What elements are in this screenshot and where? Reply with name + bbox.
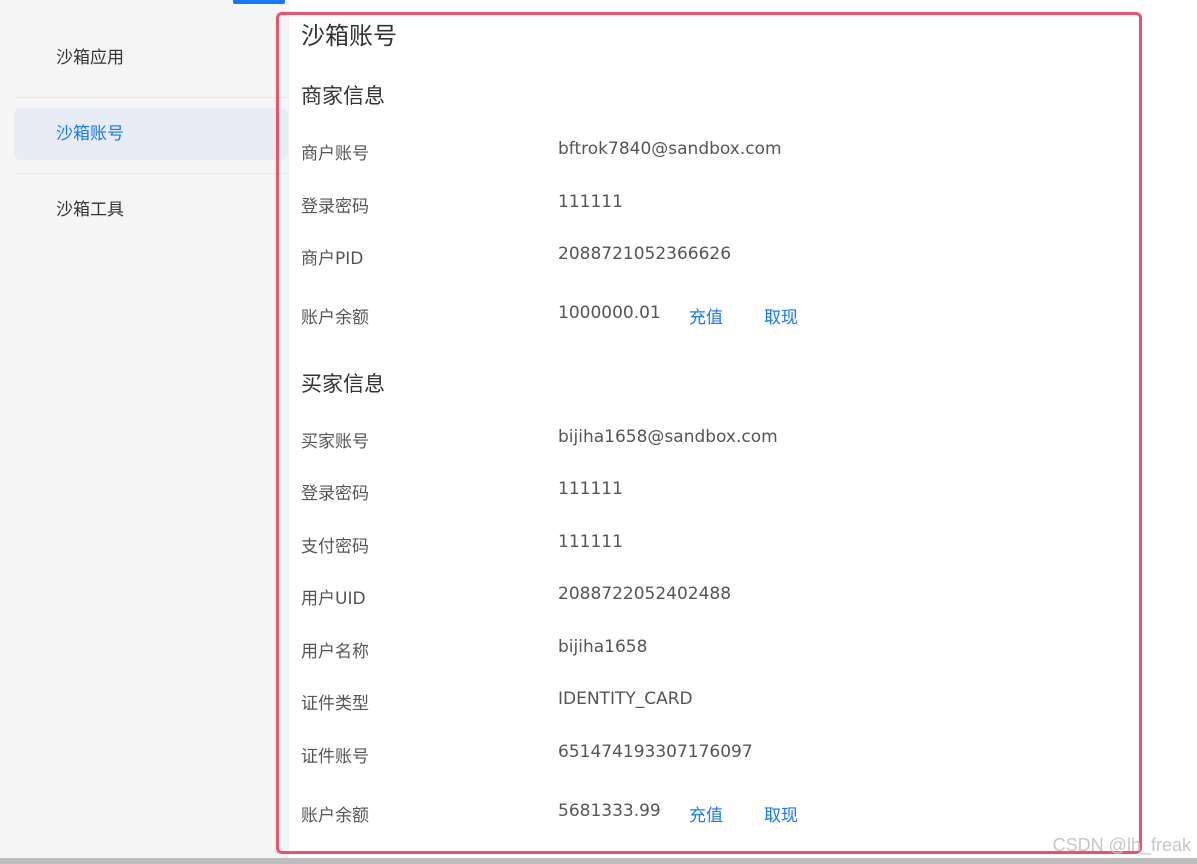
- buyer-username-label: 用户名称: [301, 642, 369, 662]
- merchant-balance-value: 1000000.01: [558, 303, 661, 323]
- buyer-username-value: bijiha1658: [558, 637, 648, 657]
- buyer-uid-value: 2088722052402488: [558, 584, 732, 604]
- watermark: CSDN @lh_freak: [1052, 835, 1191, 855]
- buyer-id-number-label: 证件账号: [301, 747, 369, 767]
- buyer-id-number-value: 651474193307176097: [558, 742, 753, 762]
- buyer-login-password-value: 111111: [558, 479, 623, 499]
- sidebar-divider: [14, 97, 288, 98]
- page-title: 沙箱账号: [301, 22, 397, 50]
- sidebar-item-label: 沙箱账号: [56, 124, 124, 144]
- top-tab-indicator: [233, 0, 285, 4]
- buyer-login-password-label: 登录密码: [301, 484, 369, 504]
- top-strip: [290, 0, 1197, 12]
- merchant-password-value: 111111: [558, 192, 623, 212]
- buyer-pay-password-label: 支付密码: [301, 537, 369, 557]
- bottom-scrollbar[interactable]: [0, 858, 1197, 864]
- buyer-account-value: bijiha1658@sandbox.com: [558, 427, 778, 447]
- buyer-withdraw-link[interactable]: 取现: [764, 801, 798, 826]
- sidebar-divider: [14, 173, 288, 174]
- sidebar-item-label: 沙箱工具: [56, 200, 124, 220]
- merchant-recharge-link[interactable]: 充值: [689, 303, 723, 328]
- merchant-balance-label: 账户余额: [301, 308, 369, 328]
- merchant-pid-label: 商户PID: [301, 249, 364, 269]
- sidebar: 沙箱应用 沙箱账号 沙箱工具: [14, 20, 288, 260]
- buyer-section-title: 买家信息: [301, 372, 385, 396]
- merchant-section-title: 商家信息: [301, 84, 385, 108]
- page: 沙箱应用 沙箱账号 沙箱工具 沙箱账号 商家信息 商户账号 bftrok7840…: [0, 0, 1197, 864]
- buyer-id-type-label: 证件类型: [301, 694, 369, 714]
- merchant-withdraw-link[interactable]: 取现: [764, 303, 798, 328]
- merchant-password-label: 登录密码: [301, 197, 369, 217]
- merchant-pid-value: 2088721052366626: [558, 244, 732, 264]
- sidebar-item-label: 沙箱应用: [56, 48, 124, 68]
- buyer-account-label: 买家账号: [301, 432, 369, 452]
- buyer-uid-label: 用户UID: [301, 589, 366, 609]
- merchant-account-value: bftrok7840@sandbox.com: [558, 139, 782, 159]
- merchant-account-label: 商户账号: [301, 144, 369, 164]
- sidebar-item-sandbox-app[interactable]: 沙箱应用: [14, 32, 288, 84]
- buyer-id-type-value: IDENTITY_CARD: [558, 689, 693, 709]
- buyer-recharge-link[interactable]: 充值: [689, 801, 723, 826]
- buyer-pay-password-value: 111111: [558, 532, 623, 552]
- sidebar-item-sandbox-account[interactable]: 沙箱账号: [14, 108, 288, 160]
- buyer-balance-label: 账户余额: [301, 806, 369, 826]
- sidebar-item-sandbox-tools[interactable]: 沙箱工具: [14, 184, 288, 236]
- buyer-balance-value: 5681333.99: [558, 801, 661, 821]
